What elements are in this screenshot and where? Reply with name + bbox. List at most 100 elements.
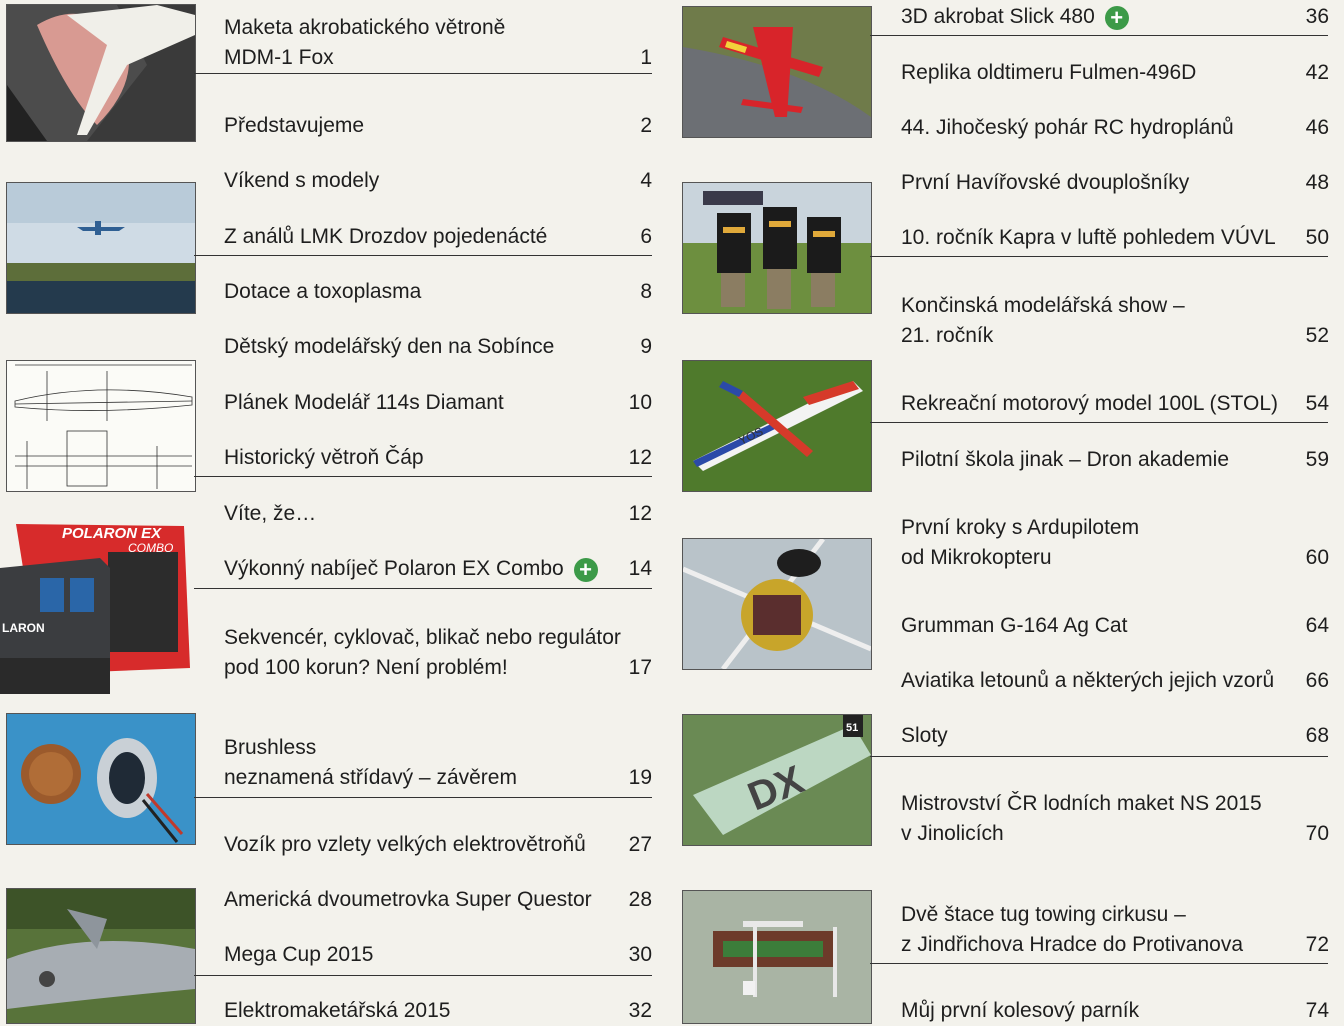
toc-page-number: 64	[1305, 614, 1329, 637]
toc-entry[interactable]: Historický větroň Čáp 12	[224, 443, 652, 473]
toc-page-number: 1	[640, 46, 652, 69]
toc-entry[interactable]: Mega Cup 2015 30	[224, 940, 652, 970]
toc-entry[interactable]: Končinská modelářská show – 21. ročník 5…	[901, 291, 1329, 351]
toc-page-number: 66	[1305, 669, 1329, 692]
toc-title-line: neznamená střídavý – závěrem	[224, 766, 517, 789]
toc-entry[interactable]: Pilotní škola jinak – Dron akademie 59	[901, 445, 1329, 475]
toc-page-number: 9	[640, 335, 652, 358]
toc-page-number: 50	[1305, 226, 1329, 249]
divider-right-3	[870, 422, 1328, 423]
toc-page-number: 17	[628, 656, 652, 679]
toc-page-number: 74	[1305, 999, 1329, 1022]
toc-title: 3D akrobat Slick 480	[901, 5, 1095, 28]
toc-entry[interactable]: Dotace a toxoplasma 8	[224, 277, 652, 307]
toc-title: Můj první kolesový parník	[901, 999, 1140, 1022]
toc-title: 10. ročník Kapra v luftě pohledem VÚVL	[901, 226, 1276, 249]
toc-title-line: od Mikrokopteru	[901, 546, 1052, 569]
toc-page-number: 4	[640, 169, 652, 192]
toc-title: Dotace a toxoplasma	[224, 280, 422, 303]
plus-icon: +	[573, 558, 598, 582]
toc-page-number: 36	[1305, 5, 1329, 28]
divider-left-4	[194, 588, 652, 589]
toc-page-number: 46	[1305, 116, 1329, 139]
toc-page-number: 32	[628, 999, 652, 1022]
toc-entry[interactable]: Vozík pro vzlety velkých elektrovětroňů …	[224, 830, 652, 860]
divider-left-2	[194, 255, 652, 256]
toc-page-number: 42	[1305, 61, 1329, 84]
plus-icon: +	[1104, 6, 1129, 30]
photo-stol-plane: YOS	[682, 360, 872, 492]
toc-title: Plánek Modelář 114s Diamant	[224, 391, 504, 414]
divider-right-2	[870, 256, 1328, 257]
toc-title: Historický větroň Čáp	[224, 446, 424, 469]
toc-title: Elektromaketářská 2015	[224, 999, 451, 1022]
toc-entry[interactable]: Představujeme 2	[224, 111, 652, 141]
toc-title-line: Sekvencér, cyklovač, blikač nebo regulát…	[224, 626, 621, 649]
charger-box-brand: POLARON EX	[62, 525, 162, 542]
toc-page-number: 2	[640, 114, 652, 137]
toc-page-number: 12	[628, 446, 652, 469]
photo-glider-wing	[6, 4, 196, 142]
divider-left-5	[194, 797, 652, 798]
toc-page-number: 54	[1305, 392, 1329, 415]
toc-entry[interactable]: Grumman G-164 Ag Cat 64	[901, 611, 1329, 641]
toc-entry[interactable]: Aviatika letounů a některých jejich vzor…	[901, 666, 1329, 696]
toc-page-number: 6	[640, 225, 652, 248]
toc-page-number: 19	[628, 766, 652, 789]
photo-slick-plane	[682, 6, 872, 138]
toc-title: Grumman G-164 Ag Cat	[901, 614, 1128, 637]
toc-entry[interactable]: Plánek Modelář 114s Diamant 10	[224, 388, 652, 418]
toc-title: 44. Jihočeský pohár RC hydroplánů	[901, 116, 1234, 139]
toc-page-number: 12	[628, 502, 652, 525]
photo-jet-model	[6, 888, 196, 1024]
divider-right-4	[870, 756, 1328, 757]
toc-title: První Havířovské dvouplošníky	[901, 171, 1190, 194]
toc-entry[interactable]: Víte, že… 12	[224, 499, 652, 529]
toc-entry[interactable]: 3D akrobat Slick 480 + 36	[901, 2, 1329, 32]
divider-left-6	[194, 975, 652, 976]
toc-page-number: 28	[628, 888, 652, 911]
toc-title: Výkonný nabíječ Polaron EX Combo	[224, 557, 564, 580]
toc-entry[interactable]: Americká dvoumetrovka Super Questor 28	[224, 885, 652, 915]
toc-title: Z análů LMK Drozdov pojedenácté	[224, 225, 548, 248]
wing-number: 51	[846, 722, 858, 734]
toc-entry[interactable]: Brushless neznamená střídavý – závěrem 1…	[224, 733, 652, 793]
toc-title-line: Brushless	[224, 736, 317, 759]
toc-title-line: Maketa akrobatického větroně	[224, 16, 506, 39]
toc-entry[interactable]: Elektromaketářská 2015 32	[224, 996, 652, 1026]
toc-entry[interactable]: Výkonný nabíječ Polaron EX Combo + 14	[224, 554, 652, 584]
toc-entry[interactable]: 44. Jihočeský pohár RC hydroplánů 46	[901, 113, 1329, 143]
toc-title: Vozík pro vzlety velkých elektrovětroňů	[224, 833, 586, 856]
divider-right-1	[870, 35, 1328, 36]
photo-plan-drawing	[6, 360, 196, 492]
toc-entry[interactable]: První Havířovské dvouplošníky 48	[901, 168, 1329, 198]
toc-title-line: Končinská modelářská show –	[901, 294, 1185, 317]
toc-page-number: 68	[1305, 724, 1329, 747]
toc-entry[interactable]: Víkend s modely 4	[224, 166, 652, 196]
divider-left-1	[194, 73, 652, 74]
toc-title: Pilotní škola jinak – Dron akademie	[901, 448, 1230, 471]
photo-ardupilot-board	[682, 538, 872, 670]
toc-title: Dětský modelářský den na Sobínce	[224, 335, 555, 358]
toc-title: Sloty	[901, 724, 948, 747]
toc-entry[interactable]: 10. ročník Kapra v luftě pohledem VÚVL 5…	[901, 223, 1329, 253]
toc-entry[interactable]: První kroky s Ardupilotem od Mikrokopter…	[901, 513, 1329, 573]
toc-page-number: 10	[628, 391, 652, 414]
toc-entry[interactable]: Maketa akrobatického větroně MDM-1 Fox 1	[224, 13, 652, 73]
toc-title: Aviatika letounů a některých jejich vzor…	[901, 669, 1275, 692]
toc-entry[interactable]: Replika oldtimeru Fulmen-496D 42	[901, 58, 1329, 88]
toc-entry[interactable]: Dětský modelářský den na Sobínce 9	[224, 332, 652, 362]
toc-entry[interactable]: Mistrovství ČR lodních maket NS 2015 v J…	[901, 789, 1329, 849]
toc-entry[interactable]: Sloty 68	[901, 721, 1329, 751]
divider-left-3	[194, 476, 652, 477]
photo-brushless-motor	[6, 713, 196, 845]
toc-title: Víkend s modely	[224, 169, 380, 192]
toc-entry[interactable]: Dvě štace tug towing cirkusu – z Jindřic…	[901, 900, 1329, 960]
toc-entry[interactable]: Z análů LMK Drozdov pojedenácté 6	[224, 222, 652, 252]
toc-entry[interactable]: Rekreační motorový model 100L (STOL) 54	[901, 389, 1329, 419]
toc-entry[interactable]: Můj první kolesový parník 74	[901, 996, 1329, 1026]
toc-title-line: pod 100 korun? Není problém!	[224, 656, 508, 679]
toc-title-line: v Jinolicích	[901, 822, 1004, 845]
toc-entry[interactable]: Sekvencér, cyklovač, blikač nebo regulát…	[224, 623, 652, 683]
toc-page-number: 59	[1305, 448, 1329, 471]
